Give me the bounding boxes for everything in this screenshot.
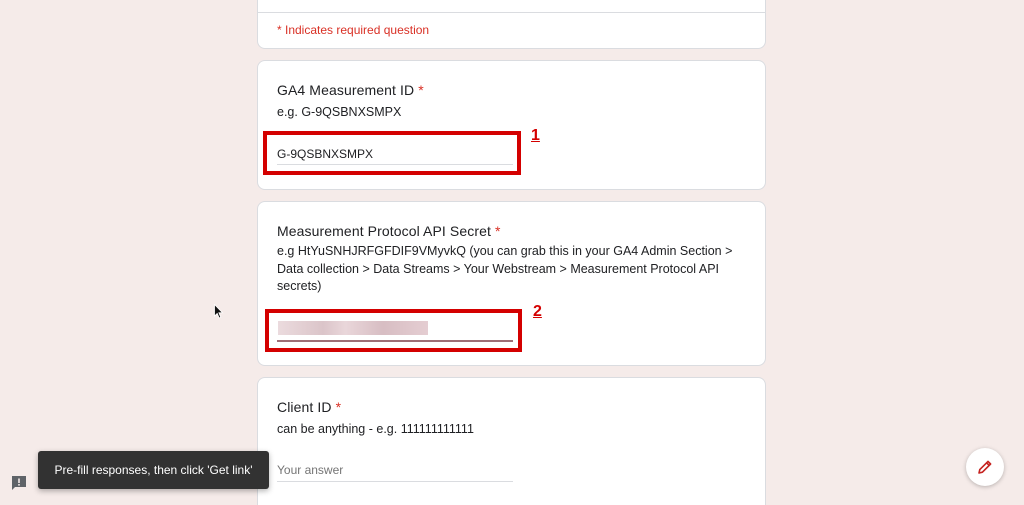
question-title-text: GA4 Measurement ID (277, 82, 415, 98)
toast-text: Pre-fill responses, then click 'Get link… (54, 463, 253, 477)
question-card-ga4-id: GA4 Measurement ID * e.g. G-9QSBNXSMPX (257, 60, 766, 190)
form-header-card: * Indicates required question (257, 0, 766, 49)
question-description: e.g. G-9QSBNXSMPX (277, 105, 402, 119)
toast-message: Pre-fill responses, then click 'Get link… (38, 451, 269, 489)
question-title: GA4 Measurement ID * (277, 82, 424, 98)
input-underline (277, 481, 513, 482)
required-note: * Indicates required question (277, 23, 430, 37)
question-title-text: Client ID (277, 399, 332, 415)
feedback-icon[interactable] (10, 474, 28, 492)
question-description: can be anything - e.g. 111111111111 (277, 422, 474, 436)
question-description: e.g HtYuSNHJRFGFDIF9VMyvkQ (you can grab… (277, 244, 733, 293)
question-title: Measurement Protocol API Secret * (277, 223, 501, 239)
client-id-input[interactable] (277, 463, 507, 477)
redacted-secret (278, 321, 428, 335)
edit-button[interactable] (966, 448, 1004, 486)
form-page: * Indicates required question GA4 Measur… (0, 0, 1024, 505)
input-underline-focused (277, 340, 513, 342)
step-number-1: 1 (531, 127, 540, 144)
required-asterisk: * (494, 223, 501, 239)
input-underline (277, 164, 513, 165)
divider (258, 12, 765, 13)
pencil-icon (978, 460, 992, 474)
step-number-2: 2 (533, 303, 542, 320)
required-asterisk: * (418, 82, 424, 98)
mouse-pointer-icon (214, 304, 224, 319)
question-card-client-id: Client ID * can be anything - e.g. 111111… (257, 377, 766, 505)
question-title-text: Measurement Protocol API Secret (277, 223, 491, 239)
question-card-api-secret: Measurement Protocol API Secret * e.g HtY… (257, 201, 766, 366)
ga4-measurement-id-input[interactable] (277, 147, 507, 161)
question-title: Client ID * (277, 399, 341, 415)
required-asterisk: * (335, 399, 342, 415)
